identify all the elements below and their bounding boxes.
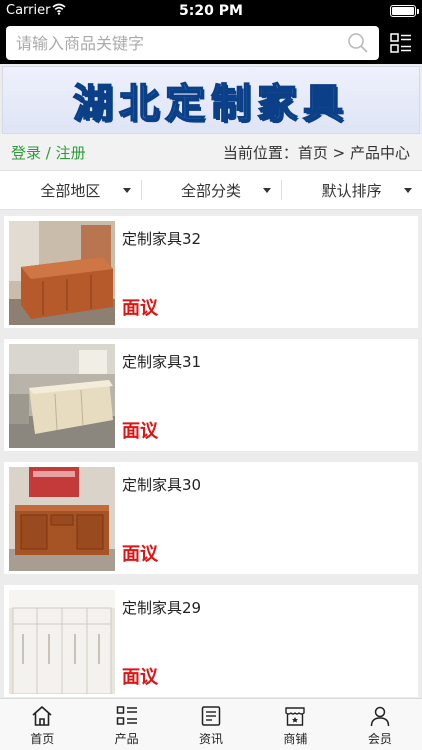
caret-down-icon: [263, 188, 272, 193]
login-register-links: 登录 / 注册: [11, 142, 86, 163]
tab-member[interactable]: 会员: [338, 699, 422, 750]
link-separator: /: [41, 144, 56, 162]
home-icon: [32, 706, 52, 726]
filter-region-dropdown[interactable]: 全部地区: [0, 171, 141, 209]
product-list: 定制家具32 面议 定制家具31 面议 定制家具30 面议 定制家具29 面议: [0, 212, 422, 698]
product-thumbnail: [9, 344, 115, 448]
tab-shop-label: 商铺: [283, 732, 308, 746]
filter-bar: 全部地区 全部分类 默认排序: [0, 170, 422, 210]
status-bar: Carrier 5:20 PM: [0, 0, 422, 22]
product-name: 定制家具30: [122, 476, 202, 494]
top-header: Carrier 5:20 PM: [0, 0, 422, 64]
bottom-tab-bar: 首页 产品 资讯 商铺 会员: [0, 698, 422, 750]
filter-region-label: 全部地区: [40, 181, 101, 200]
product-name: 定制家具29: [122, 599, 202, 617]
tab-products-label: 产品: [114, 732, 139, 746]
filter-sort-dropdown[interactable]: 默认排序: [281, 171, 422, 209]
filter-sort-label: 默认排序: [321, 181, 382, 200]
product-thumbnail: [9, 467, 115, 571]
product-thumbnail: [9, 221, 115, 325]
tab-news-label: 资讯: [199, 732, 224, 746]
product-price: 面议: [122, 298, 158, 319]
news-icon: [201, 706, 221, 726]
product-price: 面议: [122, 421, 158, 442]
location-bar: 登录 / 注册 当前位置：首页 > 产品中心: [0, 134, 422, 170]
product-name: 定制家具31: [122, 353, 202, 371]
product-price: 面议: [122, 667, 158, 688]
banner-title: 湖北定制家具: [72, 80, 349, 128]
product-price: 面议: [122, 544, 158, 565]
member-icon: [370, 706, 390, 727]
category-menu-icon[interactable]: [390, 32, 412, 54]
tab-shop[interactable]: 商铺: [253, 699, 337, 750]
breadcrumb-prefix: 当前位置：: [222, 144, 298, 162]
product-card[interactable]: 定制家具32 面议: [4, 216, 418, 328]
battery-icon: [390, 5, 419, 17]
filter-category-dropdown[interactable]: 全部分类: [140, 171, 282, 209]
tab-member-label: 会员: [367, 732, 392, 746]
search-input[interactable]: [16, 26, 336, 60]
breadcrumb-home-link[interactable]: 首页: [298, 144, 328, 162]
search-icon[interactable]: [347, 32, 369, 54]
tab-news[interactable]: 资讯: [169, 699, 253, 750]
breadcrumb-current: 产品中心: [349, 144, 410, 162]
login-link[interactable]: 登录: [11, 144, 41, 162]
register-link[interactable]: 注册: [56, 144, 86, 162]
filter-category-label: 全部分类: [181, 181, 242, 200]
product-card[interactable]: 定制家具31 面议: [4, 339, 418, 451]
search-box: [6, 26, 379, 60]
product-thumbnail: [9, 590, 115, 694]
product-card[interactable]: 定制家具30 面议: [4, 462, 418, 574]
tab-home-label: 首页: [30, 732, 55, 746]
tab-products[interactable]: 产品: [84, 699, 168, 750]
breadcrumb-arrow: >: [327, 144, 350, 162]
tab-home[interactable]: 首页: [0, 699, 84, 750]
caret-down-icon: [122, 188, 131, 193]
shop-icon: [285, 707, 306, 726]
product-card[interactable]: 定制家具29 面议: [4, 585, 418, 697]
status-time: 5:20 PM: [179, 3, 243, 19]
product-name: 定制家具32: [122, 230, 202, 248]
breadcrumb: 当前位置：首页 > 产品中心: [223, 142, 410, 163]
products-icon: [116, 706, 137, 725]
brand-banner[interactable]: 湖北定制家具: [2, 66, 420, 134]
caret-down-icon: [404, 188, 413, 193]
